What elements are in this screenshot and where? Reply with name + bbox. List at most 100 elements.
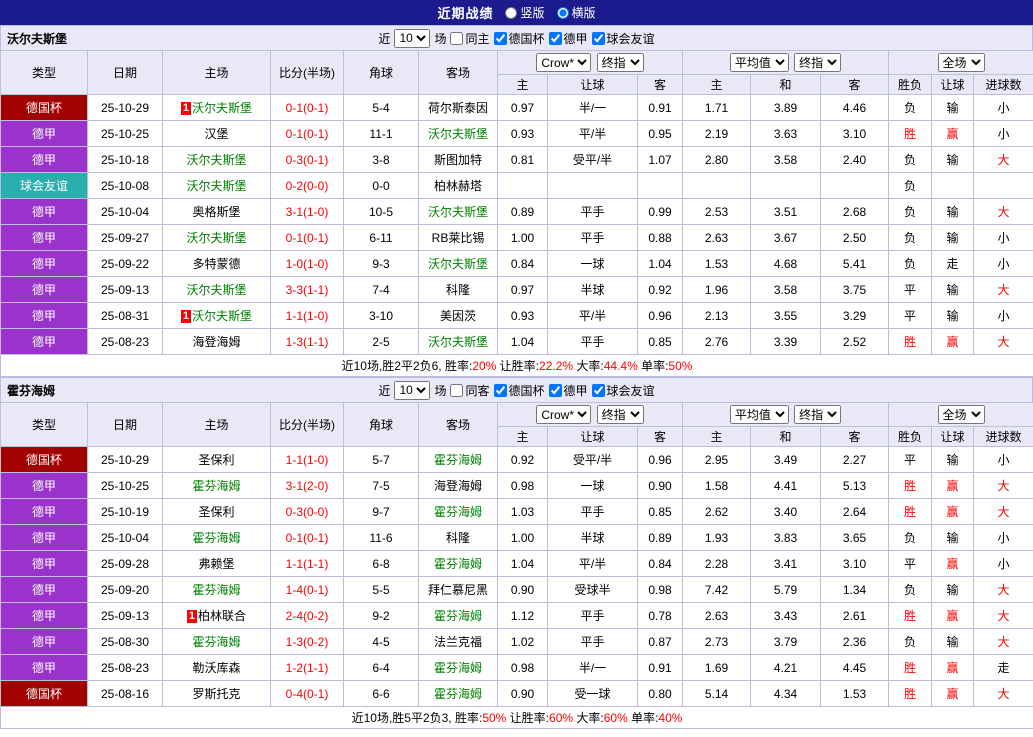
- col-header-type: 类型: [1, 51, 88, 95]
- asia-final-select[interactable]: 终指: [597, 405, 644, 424]
- eu-final-select[interactable]: 终指: [794, 405, 841, 424]
- away-team-cell[interactable]: 霍芬海姆: [419, 499, 498, 525]
- corner-cell: 6-4: [344, 655, 419, 681]
- full-match-select[interactable]: 全场: [938, 405, 985, 424]
- league-filter-bundesliga[interactable]: 德甲: [548, 382, 588, 399]
- home-team-cell[interactable]: 1沃尔夫斯堡: [163, 95, 271, 121]
- home-team-cell[interactable]: 罗斯托克: [163, 681, 271, 707]
- corner-cell: 4-5: [344, 629, 419, 655]
- score-cell: 0-1(0-1): [271, 225, 344, 251]
- bookmaker-select[interactable]: Crow*: [536, 405, 591, 424]
- league-filter-friendly[interactable]: 球会友谊: [591, 382, 655, 399]
- horizontal-layout-radio[interactable]: [557, 7, 569, 19]
- vertical-layout-radio[interactable]: [505, 7, 517, 19]
- match-type-cell: 德甲: [1, 499, 88, 525]
- eu-final-select[interactable]: 终指: [794, 53, 841, 72]
- home-team-cell[interactable]: 海登海姆: [163, 329, 271, 355]
- away-team-cell[interactable]: 法兰克福: [419, 629, 498, 655]
- home-team-cell[interactable]: 圣保利: [163, 447, 271, 473]
- match-type-cell: 德甲: [1, 251, 88, 277]
- away-team-cell[interactable]: 沃尔夫斯堡: [419, 121, 498, 147]
- home-team-cell[interactable]: 霍芬海姆: [163, 525, 271, 551]
- away-team-cell[interactable]: 霍芬海姆: [419, 655, 498, 681]
- average-select[interactable]: 平均值: [730, 53, 789, 72]
- away-team-cell[interactable]: 科隆: [419, 277, 498, 303]
- league-filter-cup[interactable]: 德国杯: [493, 382, 545, 399]
- col-header-asia-home: 主: [498, 427, 548, 447]
- avg-away-odds-cell: 2.50: [821, 225, 889, 251]
- away-team-cell[interactable]: 荷尔斯泰因: [419, 95, 498, 121]
- summary-segment: 60%: [549, 711, 573, 725]
- home-team-cell[interactable]: 多特蒙德: [163, 251, 271, 277]
- match-count-select[interactable]: 10: [394, 381, 430, 400]
- away-team-cell[interactable]: 沃尔夫斯堡: [419, 251, 498, 277]
- league-filter-bundesliga[interactable]: 德甲: [548, 30, 588, 47]
- avg-home-odds-cell: 1.69: [683, 655, 751, 681]
- match-row: 德甲25-09-131柏林联合2-4(0-2)9-2霍芬海姆1.12平手0.78…: [1, 603, 1033, 629]
- home-team-cell[interactable]: 霍芬海姆: [163, 577, 271, 603]
- home-team-cell[interactable]: 奥格斯堡: [163, 199, 271, 225]
- avg-home-odds-cell: [683, 173, 751, 199]
- away-team-cell[interactable]: 霍芬海姆: [419, 551, 498, 577]
- home-team-cell[interactable]: 沃尔夫斯堡: [163, 147, 271, 173]
- away-team-cell[interactable]: 拜仁慕尼黑: [419, 577, 498, 603]
- match-type-cell: 德甲: [1, 603, 88, 629]
- friendly-filter-checkbox[interactable]: [592, 384, 605, 397]
- cup-filter-checkbox[interactable]: [494, 32, 507, 45]
- home-team-cell[interactable]: 沃尔夫斯堡: [163, 173, 271, 199]
- same-venue-checkbox[interactable]: [450, 32, 463, 45]
- bookmaker-select[interactable]: Crow*: [536, 53, 591, 72]
- cup-filter-checkbox[interactable]: [494, 384, 507, 397]
- same-venue-filter[interactable]: 同主: [449, 30, 489, 47]
- handicap-result-cell: 赢: [932, 499, 974, 525]
- handicap-result-cell: 赢: [932, 681, 974, 707]
- home-team-cell[interactable]: 1沃尔夫斯堡: [163, 303, 271, 329]
- away-team-cell[interactable]: 霍芬海姆: [419, 681, 498, 707]
- same-venue-filter[interactable]: 同客: [449, 382, 489, 399]
- home-team-cell[interactable]: 沃尔夫斯堡: [163, 225, 271, 251]
- away-team-cell[interactable]: 斯图加特: [419, 147, 498, 173]
- bundesliga-filter-checkbox[interactable]: [549, 32, 562, 45]
- away-team-cell[interactable]: RB莱比锡: [419, 225, 498, 251]
- asia-handicap-cell: 平手: [548, 629, 638, 655]
- away-team-cell[interactable]: 霍芬海姆: [419, 447, 498, 473]
- full-match-select[interactable]: 全场: [938, 53, 985, 72]
- bundesliga-filter-checkbox[interactable]: [549, 384, 562, 397]
- home-team-cell[interactable]: 汉堡: [163, 121, 271, 147]
- home-team-cell[interactable]: 弗赖堡: [163, 551, 271, 577]
- home-team-cell[interactable]: 圣保利: [163, 499, 271, 525]
- avg-home-odds-cell: 1.96: [683, 277, 751, 303]
- corner-cell: 11-1: [344, 121, 419, 147]
- home-team-cell[interactable]: 霍芬海姆: [163, 473, 271, 499]
- league-filter-friendly[interactable]: 球会友谊: [591, 30, 655, 47]
- filter-bar: 近 10 场 同主 德国杯 德甲 球会友谊: [378, 29, 654, 48]
- friendly-filter-checkbox[interactable]: [592, 32, 605, 45]
- league-filter-cup[interactable]: 德国杯: [493, 30, 545, 47]
- average-select[interactable]: 平均值: [730, 405, 789, 424]
- avg-home-odds-cell: 7.42: [683, 577, 751, 603]
- summary-segment: 22.2%: [539, 359, 573, 373]
- away-team-cell[interactable]: 海登海姆: [419, 473, 498, 499]
- away-team-cell[interactable]: 柏林赫塔: [419, 173, 498, 199]
- match-date-cell: 25-09-27: [88, 225, 163, 251]
- same-venue-checkbox[interactable]: [450, 384, 463, 397]
- home-team-cell[interactable]: 1柏林联合: [163, 603, 271, 629]
- layout-option-vertical[interactable]: 竖版: [505, 4, 544, 21]
- home-team-cell[interactable]: 沃尔夫斯堡: [163, 277, 271, 303]
- home-team-cell[interactable]: 霍芬海姆: [163, 629, 271, 655]
- match-count-select[interactable]: 10: [394, 29, 430, 48]
- home-team-cell[interactable]: 勒沃库森: [163, 655, 271, 681]
- avg-draw-odds-cell: [751, 173, 821, 199]
- away-team-cell[interactable]: 沃尔夫斯堡: [419, 199, 498, 225]
- asia-away-odds-cell: 0.80: [638, 681, 683, 707]
- match-row: 德甲25-09-13沃尔夫斯堡3-3(1-1)7-4科隆0.97半球0.921.…: [1, 277, 1033, 303]
- away-team-cell[interactable]: 美因茨: [419, 303, 498, 329]
- asia-final-select[interactable]: 终指: [597, 53, 644, 72]
- layout-option-horizontal[interactable]: 横版: [557, 4, 596, 21]
- asia-home-odds-cell: 0.98: [498, 655, 548, 681]
- match-type-cell: 德甲: [1, 329, 88, 355]
- away-team-cell[interactable]: 沃尔夫斯堡: [419, 329, 498, 355]
- away-team-cell[interactable]: 科隆: [419, 525, 498, 551]
- away-team-cell[interactable]: 霍芬海姆: [419, 603, 498, 629]
- match-row: 球会友谊25-10-08沃尔夫斯堡0-2(0-0)0-0柏林赫塔负: [1, 173, 1033, 199]
